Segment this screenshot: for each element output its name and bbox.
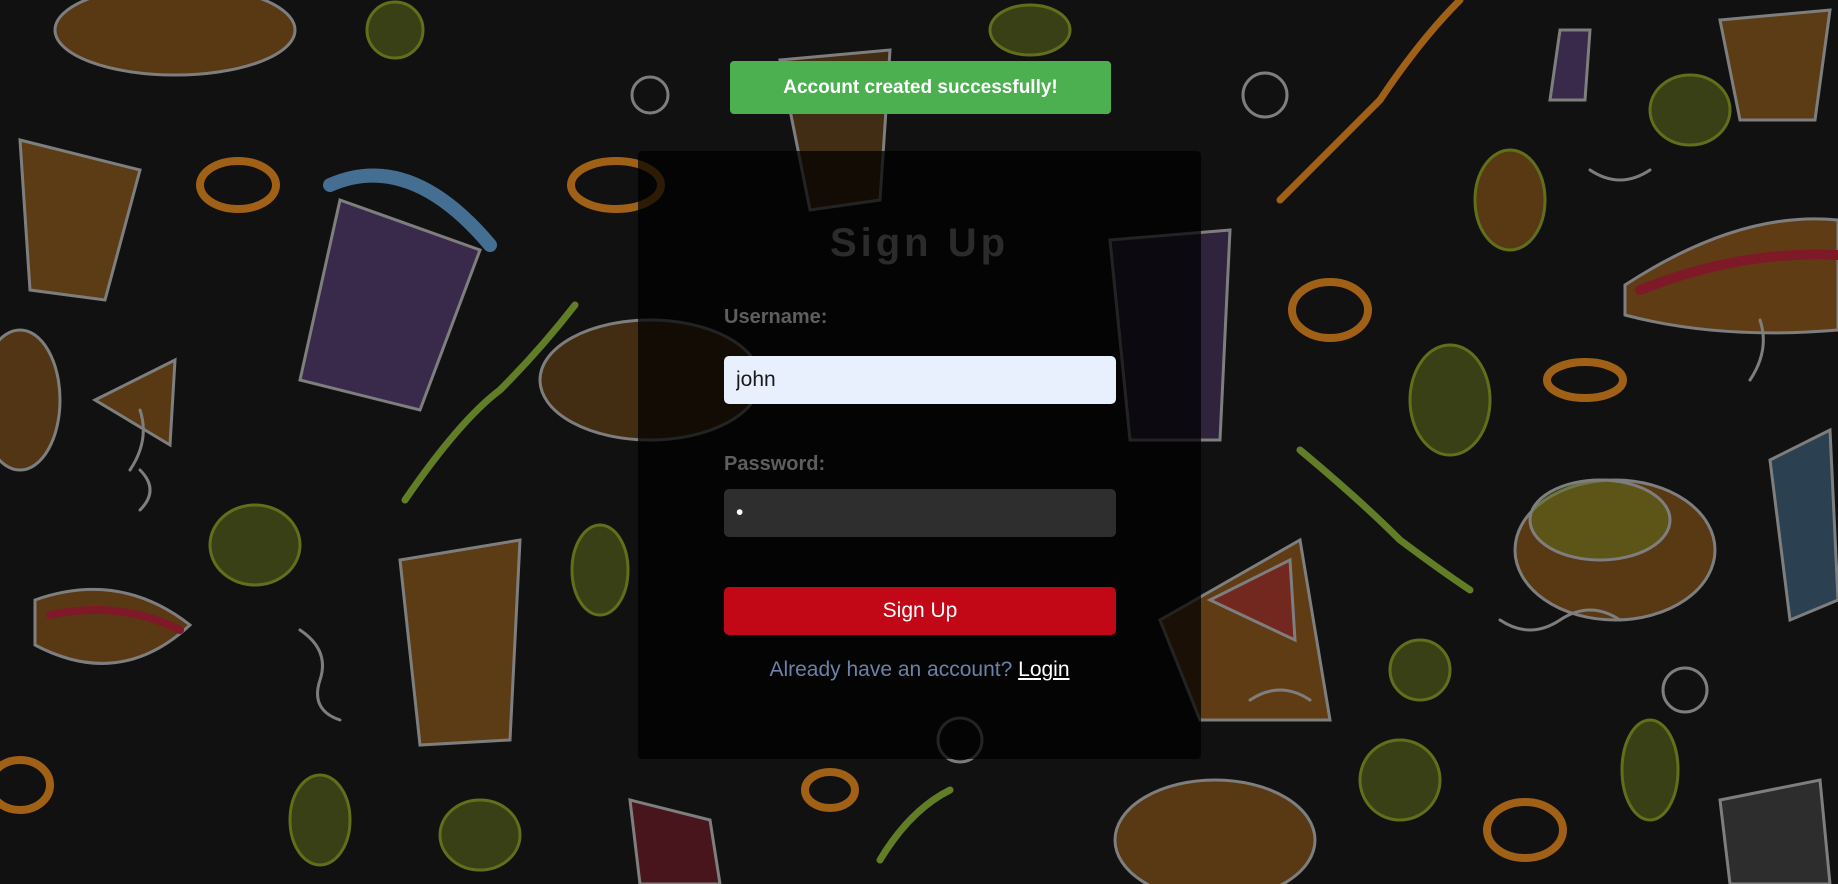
login-link[interactable]: Login — [1018, 658, 1069, 681]
login-prompt-text: Already have an account? — [769, 658, 1013, 681]
signup-button[interactable]: Sign Up — [724, 587, 1116, 635]
username-input[interactable] — [724, 356, 1116, 404]
signup-card: Sign Up Username: Password: Sign Up Alre… — [638, 151, 1201, 759]
username-label: Username: — [724, 306, 828, 328]
success-toast-message: Account created successfully! — [783, 76, 1058, 98]
password-input[interactable] — [724, 489, 1116, 537]
login-prompt-line: Already have an account? Login — [638, 658, 1201, 682]
password-label: Password: — [724, 453, 826, 475]
success-toast: Account created successfully! — [730, 61, 1111, 114]
page-title: Sign Up — [829, 221, 1010, 265]
